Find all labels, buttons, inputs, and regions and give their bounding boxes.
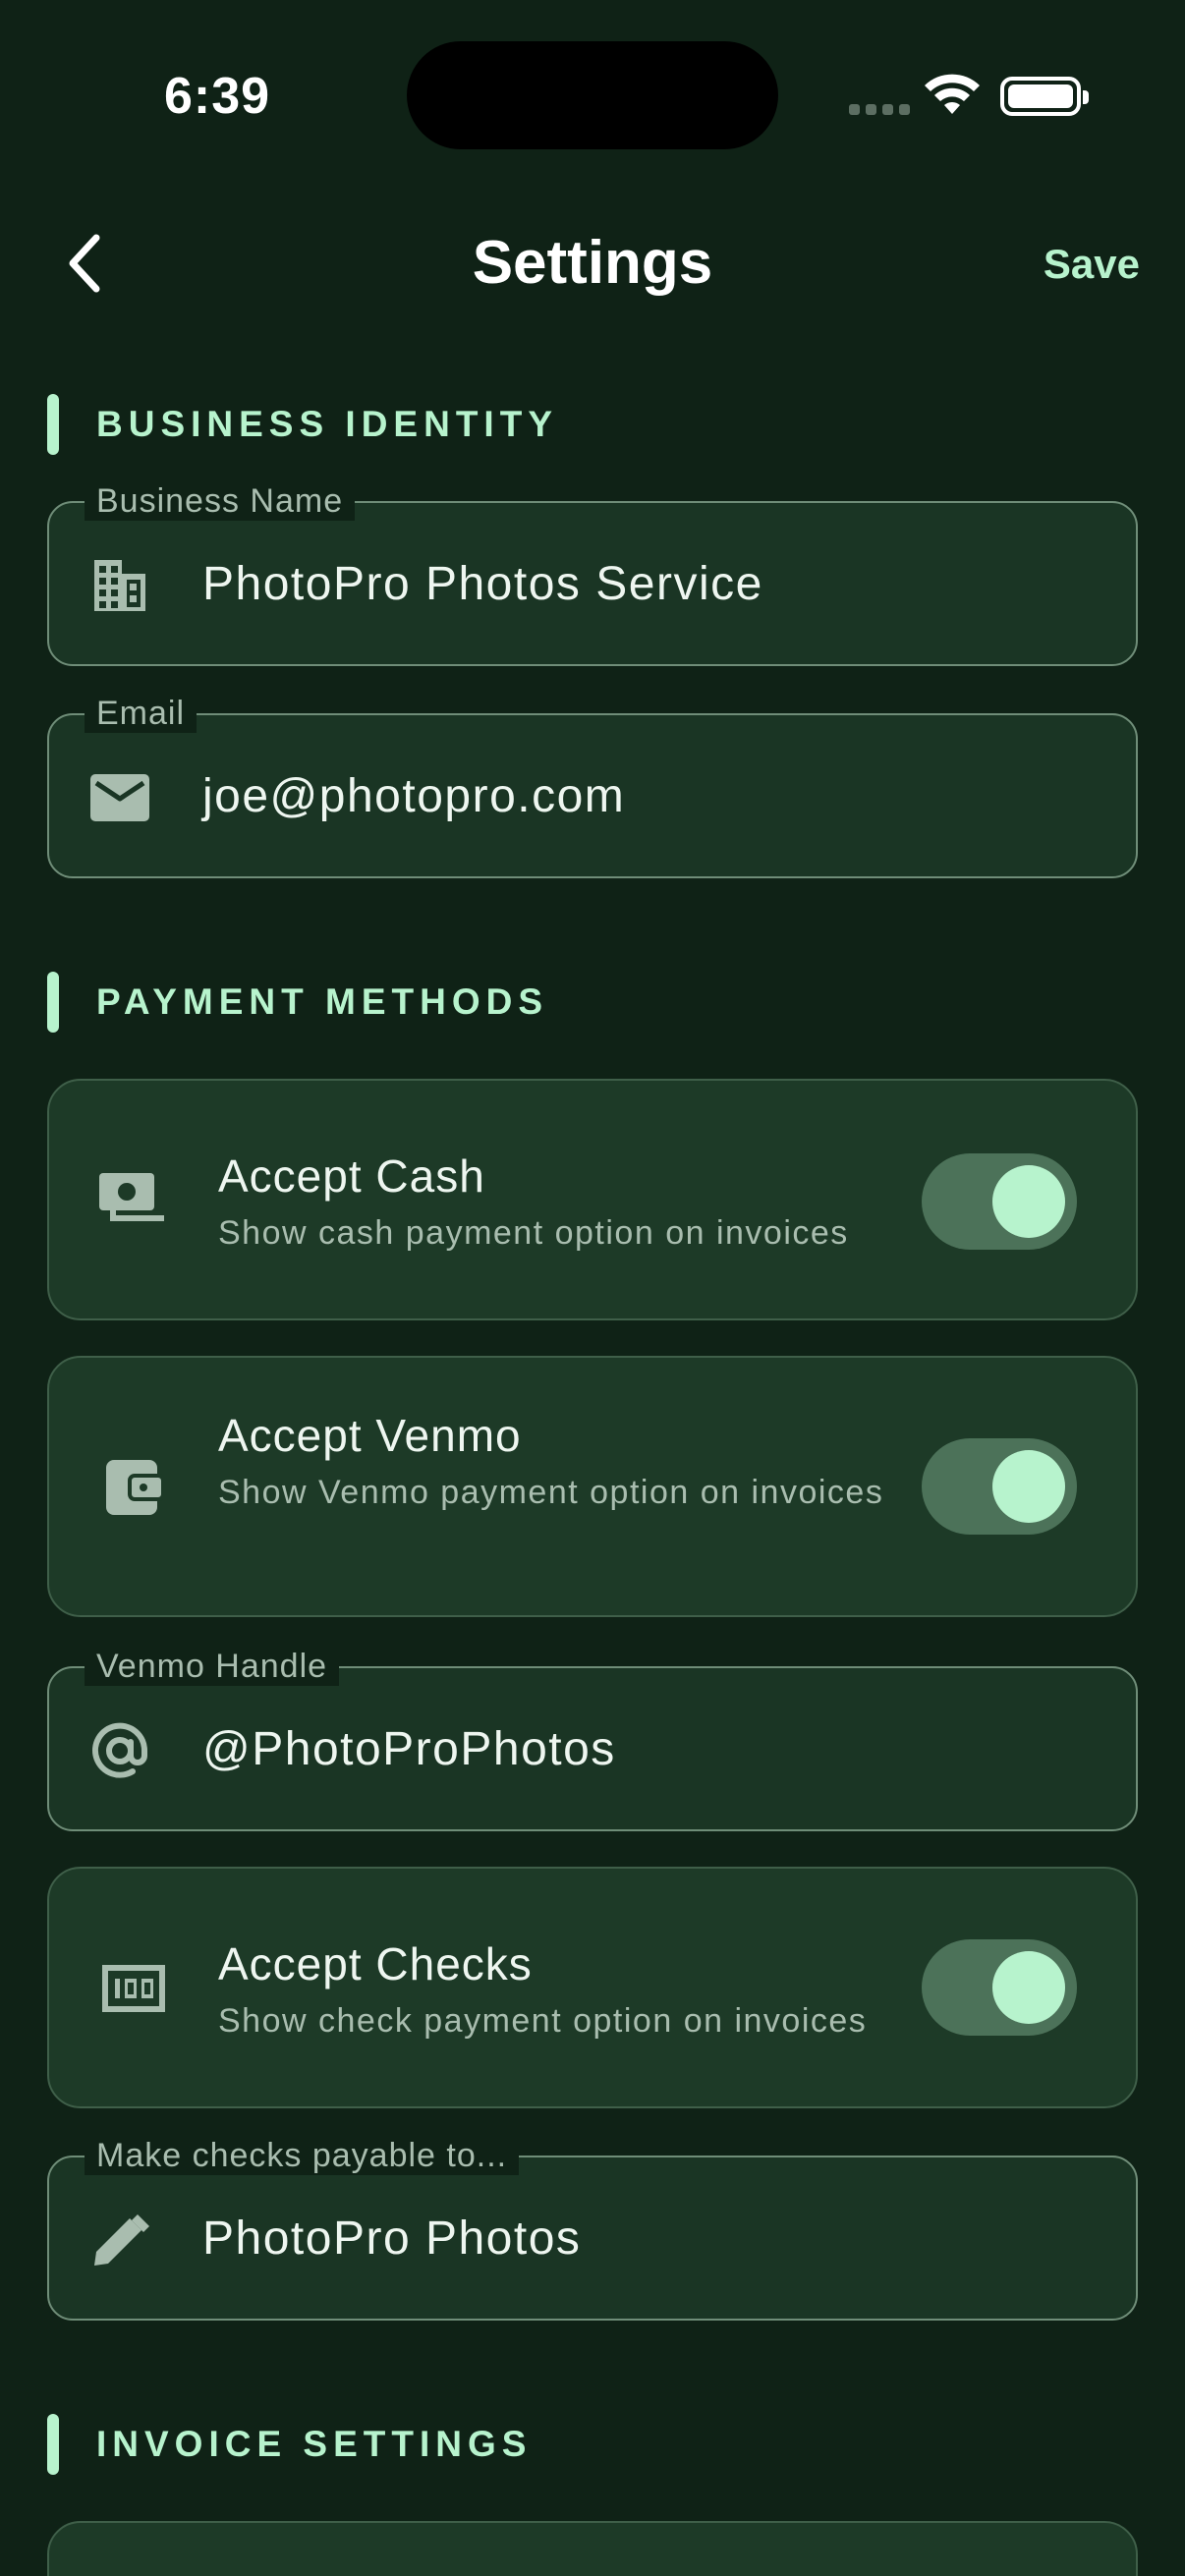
section-accent-bar	[47, 972, 59, 1033]
section-accent-bar	[47, 394, 59, 455]
invoice-settings-card[interactable]	[47, 2521, 1138, 2576]
wallet-icon	[98, 1452, 169, 1523]
accept-cash-card[interactable]: Accept Cash Show cash payment option on …	[47, 1079, 1138, 1320]
accept-venmo-card[interactable]: Accept Venmo Show Venmo payment option o…	[47, 1356, 1138, 1617]
accept-checks-subtitle: Show check payment option on invoices	[218, 2002, 868, 2040]
section-title: INVOICE SETTINGS	[96, 2424, 533, 2464]
business-name-value: PhotoPro Photos Service	[202, 557, 763, 610]
checks-payable-value: PhotoPro Photos	[202, 2212, 582, 2265]
venmo-handle-field[interactable]: Venmo Handle @PhotoProPhotos	[47, 1647, 1138, 1831]
section-business-identity: BUSINESS IDENTITY	[47, 393, 558, 456]
page-title: Settings	[472, 229, 713, 297]
section-invoice-settings: INVOICE SETTINGS	[47, 2413, 532, 2476]
accept-venmo-title: Accept Venmo	[218, 1410, 522, 1461]
toggle-knob	[992, 1450, 1065, 1523]
dynamic-island	[407, 41, 778, 149]
section-accent-bar	[47, 2414, 59, 2475]
section-title: PAYMENT METHODS	[96, 981, 549, 1022]
pencil-icon	[88, 2209, 151, 2271]
accept-venmo-toggle[interactable]	[922, 1438, 1077, 1535]
email-value: joe@photopro.com	[202, 769, 626, 822]
accept-checks-title: Accept Checks	[218, 1938, 533, 1989]
toggle-knob	[992, 1165, 1065, 1238]
section-payment-methods: PAYMENT METHODS	[47, 971, 548, 1034]
cash-icon	[98, 1165, 169, 1236]
mail-icon	[88, 766, 151, 829]
at-sign-icon	[88, 1719, 151, 1782]
email-field[interactable]: Email joe@photopro.com	[47, 694, 1138, 878]
accept-checks-toggle[interactable]	[922, 1939, 1077, 2036]
toggle-knob	[992, 1951, 1065, 2024]
accept-cash-title: Accept Cash	[218, 1150, 485, 1202]
accept-venmo-subtitle: Show Venmo payment option on invoices	[218, 1474, 884, 1511]
check-icon	[98, 1953, 169, 2024]
status-time: 6:39	[164, 68, 271, 125]
email-label: Email	[85, 694, 198, 733]
wifi-icon	[925, 74, 980, 114]
section-title: BUSINESS IDENTITY	[96, 404, 558, 444]
business-name-field[interactable]: Business Name PhotoPro Photos Service	[47, 481, 1138, 666]
settings-screen: 6:39 Settings Save BUSINESS IDENTITY Bus…	[0, 0, 1185, 2576]
accept-cash-subtitle: Show cash payment option on invoices	[218, 1214, 849, 1252]
accept-cash-toggle[interactable]	[922, 1153, 1077, 1250]
cellular-signal-icon	[849, 104, 910, 115]
checks-payable-field[interactable]: Make checks payable to... PhotoPro Photo…	[47, 2136, 1138, 2321]
building-icon	[88, 554, 151, 617]
accept-checks-card[interactable]: Accept Checks Show check payment option …	[47, 1867, 1138, 2108]
save-button[interactable]: Save	[1044, 241, 1140, 288]
venmo-handle-value: @PhotoProPhotos	[202, 1722, 616, 1775]
battery-icon	[1000, 77, 1089, 116]
